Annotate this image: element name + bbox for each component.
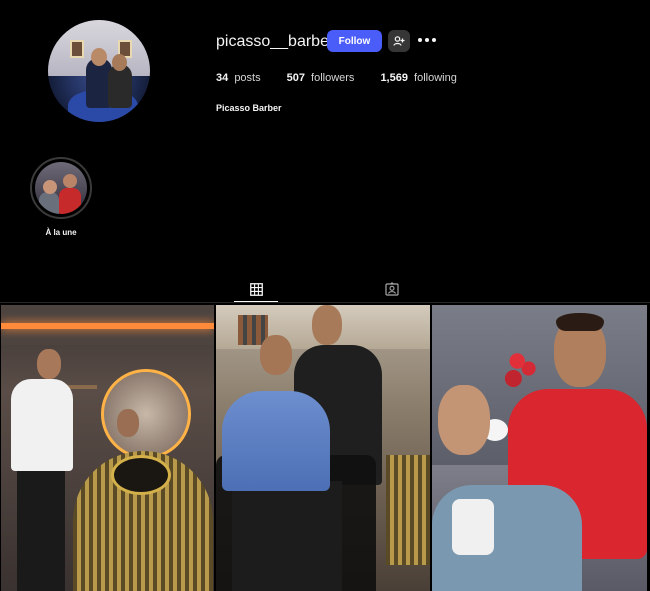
highlight-head — [63, 174, 77, 188]
tagged-icon — [385, 282, 399, 296]
avatar-head — [91, 48, 107, 66]
post-head — [438, 385, 490, 455]
profile-full-name: Picasso Barber — [216, 103, 282, 113]
posts-stat: 34 posts — [216, 72, 261, 84]
more-horizontal-icon — [425, 38, 429, 42]
post-person — [222, 391, 330, 491]
post-thumbnail[interactable] — [1, 305, 214, 591]
post-person — [17, 465, 65, 591]
person-add-icon — [393, 36, 405, 46]
post-person — [232, 481, 342, 591]
posts-label: posts — [234, 72, 261, 84]
followers-stat[interactable]: 507 followers — [287, 72, 355, 84]
highlight-cover — [35, 162, 87, 214]
suggested-accounts-button[interactable] — [388, 30, 410, 52]
profile-username: picasso__barber — [216, 33, 335, 50]
more-options-button[interactable] — [418, 33, 436, 47]
post-phone — [452, 499, 494, 555]
post-flowers — [502, 341, 540, 391]
post-person — [11, 379, 73, 471]
following-label: following — [414, 72, 457, 84]
tab-tagged[interactable] — [384, 281, 400, 297]
following-count: 1,569 — [380, 72, 408, 84]
post-head — [260, 335, 292, 375]
post-hair — [556, 313, 604, 331]
highlight-label: À la une — [45, 228, 77, 237]
post-cape-logo — [111, 455, 171, 495]
posts-count: 34 — [216, 72, 229, 84]
post-thumbnail[interactable] — [432, 305, 647, 591]
highlight-ring — [30, 157, 92, 219]
post-thumbnail[interactable] — [216, 305, 430, 591]
profile-stats: 34 posts 507 followers 1,569 following — [216, 72, 483, 84]
post-cape — [386, 455, 430, 565]
active-tab-indicator — [234, 301, 278, 302]
post-head — [312, 305, 342, 345]
highlight-person — [39, 192, 59, 214]
story-highlight[interactable]: À la une — [30, 157, 92, 237]
avatar-head — [112, 54, 127, 71]
highlight-person — [59, 188, 81, 214]
highlight-head — [43, 180, 57, 194]
grid-icon — [249, 282, 263, 296]
followers-count: 507 — [286, 72, 305, 84]
post-head — [117, 409, 139, 437]
more-horizontal-icon — [418, 38, 422, 42]
follow-button[interactable]: Follow — [327, 30, 382, 52]
post-mirror — [101, 369, 191, 459]
avatar-frame — [70, 40, 84, 58]
post-head — [37, 349, 61, 379]
post-led-light — [1, 323, 214, 329]
tabs-divider — [0, 302, 650, 303]
profile-avatar[interactable] — [48, 20, 150, 122]
tab-posts[interactable] — [248, 281, 264, 297]
more-horizontal-icon — [432, 38, 436, 42]
posts-grid — [0, 305, 650, 591]
following-stat[interactable]: 1,569 following — [380, 72, 456, 84]
followers-label: followers — [311, 72, 355, 84]
